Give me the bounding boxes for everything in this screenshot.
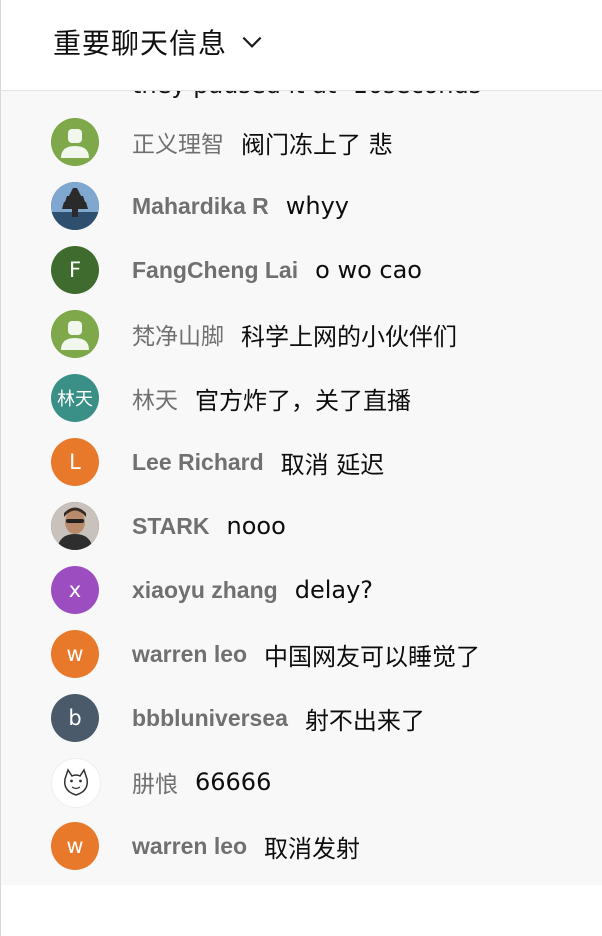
avatar[interactable]: x (51, 566, 99, 614)
message-text: nooo (226, 512, 286, 540)
author-name[interactable]: FangCheng Lai (132, 257, 298, 284)
message-line: xiaoyu zhang delay? (132, 558, 373, 622)
avatar[interactable] (51, 758, 101, 808)
avatar-letter: 林天 (57, 389, 93, 410)
author-name[interactable]: 梵净山脚 (132, 317, 224, 351)
avatar[interactable]: w (51, 630, 99, 678)
chat-message[interactable]: 肼悢 66666 (1, 750, 602, 814)
author-name[interactable]: Lee Richard (132, 449, 264, 476)
default-avatar-icon (51, 310, 99, 358)
avatar-letter: w (66, 642, 84, 666)
message-line: 肼悢 66666 (132, 750, 271, 814)
avatar[interactable]: 林天 (51, 374, 99, 422)
message-text: 取消发射 (264, 834, 361, 863)
author-name[interactable]: bbbluniversea (132, 705, 288, 732)
avatar-letter: b (68, 706, 82, 730)
message-line: 正义理智 阀门冻上了 悲 (132, 110, 393, 174)
message-text: 66666 (195, 768, 272, 796)
author-name[interactable]: warren leo (132, 833, 247, 860)
chat-message[interactable]: F FangCheng Lai o wo cao (1, 238, 602, 302)
avatar-letter: F (68, 258, 82, 282)
author-name[interactable]: warren leo (132, 641, 247, 668)
avatar-letter: x (68, 578, 82, 602)
chat-message[interactable]: 梵净山脚 科学上网的小伙伴们 (1, 302, 602, 366)
chat-mode-dropdown[interactable]: 重要聊天信息 (53, 20, 265, 64)
message-text: 射不出来了 (304, 706, 425, 735)
chat-message[interactable]: STARK nooo (1, 494, 602, 558)
author-name[interactable]: xiaoyu zhang (132, 577, 278, 604)
chat-message[interactable]: w warren leo 中国网友可以睡觉了 (1, 622, 602, 686)
message-text: 阀门冻上了 悲 (241, 130, 393, 159)
chat-footer (1, 885, 602, 936)
chat-message[interactable]: 林天 林天 官方炸了，关了直播 (1, 366, 602, 430)
message-line: STARK nooo (132, 494, 286, 558)
chat-message-list[interactable]: they paused it at -10seconds 正义理智阀门冻上了 悲… (1, 91, 602, 885)
message-line: 林天 官方炸了，关了直播 (132, 366, 411, 430)
avatar[interactable] (51, 182, 99, 230)
author-name[interactable]: 正义理智 (132, 125, 224, 159)
message-text: 科学上网的小伙伴们 (241, 322, 457, 351)
avatar-letter: L (69, 450, 81, 474)
avatar[interactable]: F (51, 246, 99, 294)
chat-message[interactable]: Mahardika R whyy (1, 174, 602, 238)
chat-mode-label: 重要聊天信息 (53, 27, 228, 60)
author-name[interactable]: 肼悢 (132, 765, 178, 799)
chat-message[interactable]: L Lee Richard 取消 延迟 (1, 430, 602, 494)
avatar[interactable] (51, 118, 99, 166)
author-name[interactable]: STARK (132, 513, 210, 540)
temple-photo-icon (51, 182, 99, 230)
message-line: 梵净山脚 科学上网的小伙伴们 (132, 302, 457, 366)
chat-message[interactable]: 正义理智 阀门冻上了 悲 (1, 110, 602, 174)
message-line: Lee Richard 取消 延迟 (132, 430, 384, 494)
message-line: Mahardika R whyy (132, 174, 349, 238)
message-text: delay? (294, 576, 374, 604)
avatar[interactable] (51, 502, 99, 550)
chat-header: 重要聊天信息 (1, 0, 602, 91)
cat-drawing-icon (52, 759, 100, 807)
message-line: warren leo 中国网友可以睡觉了 (132, 622, 480, 686)
message-text: 取消 延迟 (280, 450, 385, 479)
message-text: 官方炸了，关了直播 (195, 386, 411, 415)
message-text: 中国网友可以睡觉了 (264, 642, 481, 671)
chat-message[interactable]: w warren leo 取消发射 (1, 814, 602, 878)
avatar[interactable]: w (51, 822, 99, 870)
avatar-letter: w (66, 834, 84, 858)
message-line: warren leo 取消发射 (132, 814, 360, 878)
message-line: FangCheng Lai o wo cao (132, 238, 422, 302)
person-photo-icon (51, 502, 99, 550)
avatar[interactable]: b (51, 694, 99, 742)
live-chat-panel: 重要聊天信息 they paused it at -10seconds 正义理智… (0, 0, 602, 936)
chat-message[interactable]: b bbbluniversea 射不出来了 (1, 686, 602, 750)
avatar[interactable]: L (51, 438, 99, 486)
chat-message[interactable]: x xiaoyu zhang delay? (1, 558, 602, 622)
default-avatar-icon (51, 118, 99, 166)
message-text: o wo cao (315, 256, 422, 284)
avatar[interactable] (51, 310, 99, 358)
chevron-down-icon (242, 36, 262, 48)
author-name[interactable]: 林天 (132, 381, 178, 415)
message-text: whyy (285, 192, 350, 220)
clipped-message-text: they paused it at -10seconds (132, 91, 481, 99)
author-name[interactable]: Mahardika R (132, 193, 269, 220)
message-line: bbbluniversea 射不出来了 (132, 686, 425, 750)
